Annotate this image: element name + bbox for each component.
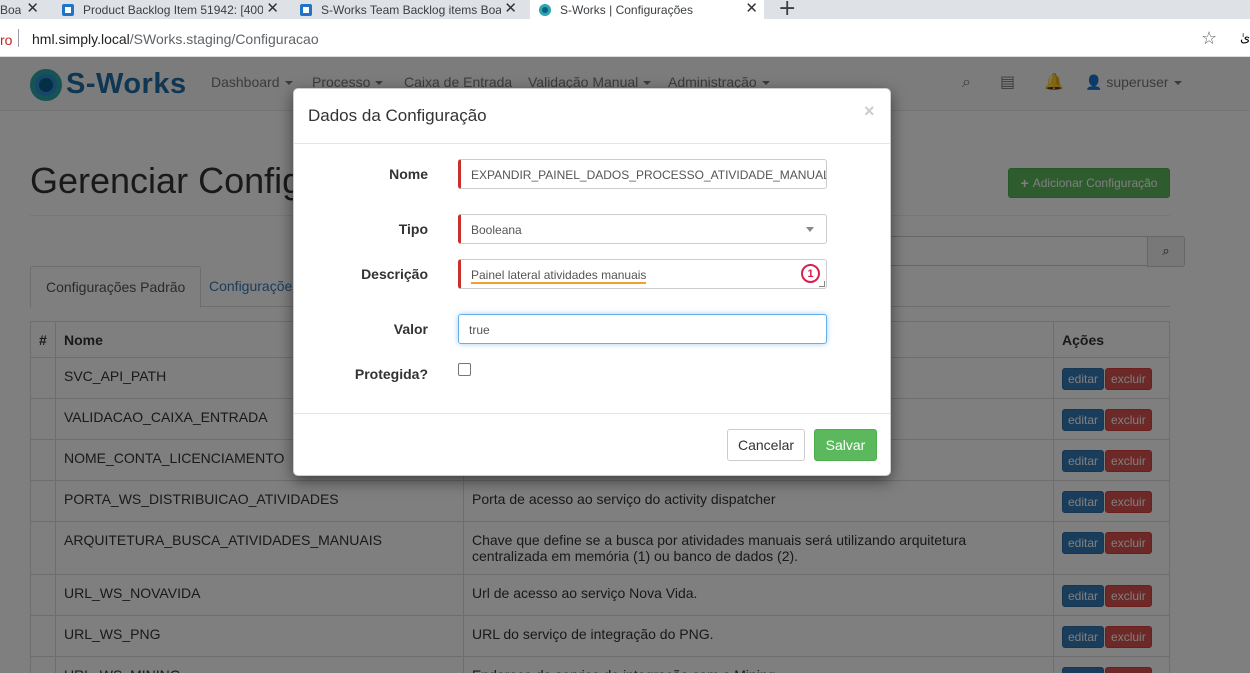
tab-close-icon[interactable]: ✕ <box>26 1 39 17</box>
tab-close-icon[interactable]: ✕ <box>266 1 279 17</box>
valor-label: Valor <box>393 321 428 337</box>
tab-title: S-Works | Configurações <box>560 2 693 17</box>
cancel-button[interactable]: Cancelar <box>727 429 805 461</box>
descricao-value: Painel lateral atividades manuais <box>471 268 647 284</box>
protegida-label: Protegida? <box>354 366 428 382</box>
tab-close-icon[interactable]: ✕ <box>504 1 517 17</box>
modal-header: Dados da Configuração × <box>294 89 890 144</box>
bookmark-star-icon[interactable]: ☆ <box>1201 28 1217 49</box>
sworks-favicon-icon <box>539 3 551 16</box>
address-divider <box>18 29 19 47</box>
modal-title: Dados da Configuração <box>308 106 487 125</box>
save-button[interactable]: Salvar <box>814 429 877 461</box>
nome-label: Nome <box>389 166 428 182</box>
site-security-label[interactable]: ro <box>0 32 12 48</box>
grammar-check-icon[interactable]: 1 <box>801 264 820 283</box>
tab-title: S-Works Team Backlog items Boa <box>321 2 501 17</box>
modal-footer-divider <box>294 413 890 414</box>
tipo-selected-value: Booleana <box>471 223 522 237</box>
new-tab-button[interactable]: + <box>778 0 796 21</box>
azure-devops-icon <box>62 3 74 16</box>
browser-tab[interactable]: S-Works Team Backlog items Boa ✕ <box>293 0 523 19</box>
tipo-label: Tipo <box>398 221 428 237</box>
tab-title: Boa <box>0 2 22 17</box>
descricao-textarea[interactable]: Painel lateral atividades manuais 1 <box>458 259 827 289</box>
browser-tab-strip: Boa ✕ Product Backlog Item 51942: [400 ✕… <box>0 0 1250 21</box>
extension-icon[interactable]: یٰ <box>1240 31 1250 46</box>
tab-title: Product Backlog Item 51942: [400 <box>83 2 263 17</box>
browser-tab[interactable]: Boa ✕ <box>0 0 45 19</box>
url-field[interactable]: hml.simply.local/SWorks.staging/Configur… <box>32 31 319 47</box>
config-modal: Dados da Configuração × Nome EXPANDIR_PA… <box>293 88 891 476</box>
resize-handle-icon[interactable] <box>819 281 825 287</box>
tab-close-icon[interactable]: ✕ <box>745 1 758 17</box>
protegida-checkbox[interactable] <box>458 363 471 376</box>
chevron-down-icon <box>806 227 814 232</box>
descricao-label: Descrição <box>361 266 428 282</box>
azure-devops-icon <box>300 3 312 16</box>
browser-tab-active[interactable]: S-Works | Configurações ✕ <box>530 0 764 19</box>
address-bar: ro hml.simply.local/SWorks.staging/Confi… <box>0 19 1250 57</box>
url-path: /SWorks.staging/Configuracao <box>129 31 319 47</box>
tipo-select[interactable]: Booleana <box>458 214 827 244</box>
valor-field[interactable]: true <box>458 314 827 344</box>
nome-field[interactable]: EXPANDIR_PAINEL_DADOS_PROCESSO_ATIVIDADE… <box>458 159 827 189</box>
url-host: hml.simply.local <box>32 31 130 47</box>
close-icon[interactable]: × <box>864 101 875 122</box>
browser-tab[interactable]: Product Backlog Item 51942: [400 ✕ <box>55 0 285 19</box>
